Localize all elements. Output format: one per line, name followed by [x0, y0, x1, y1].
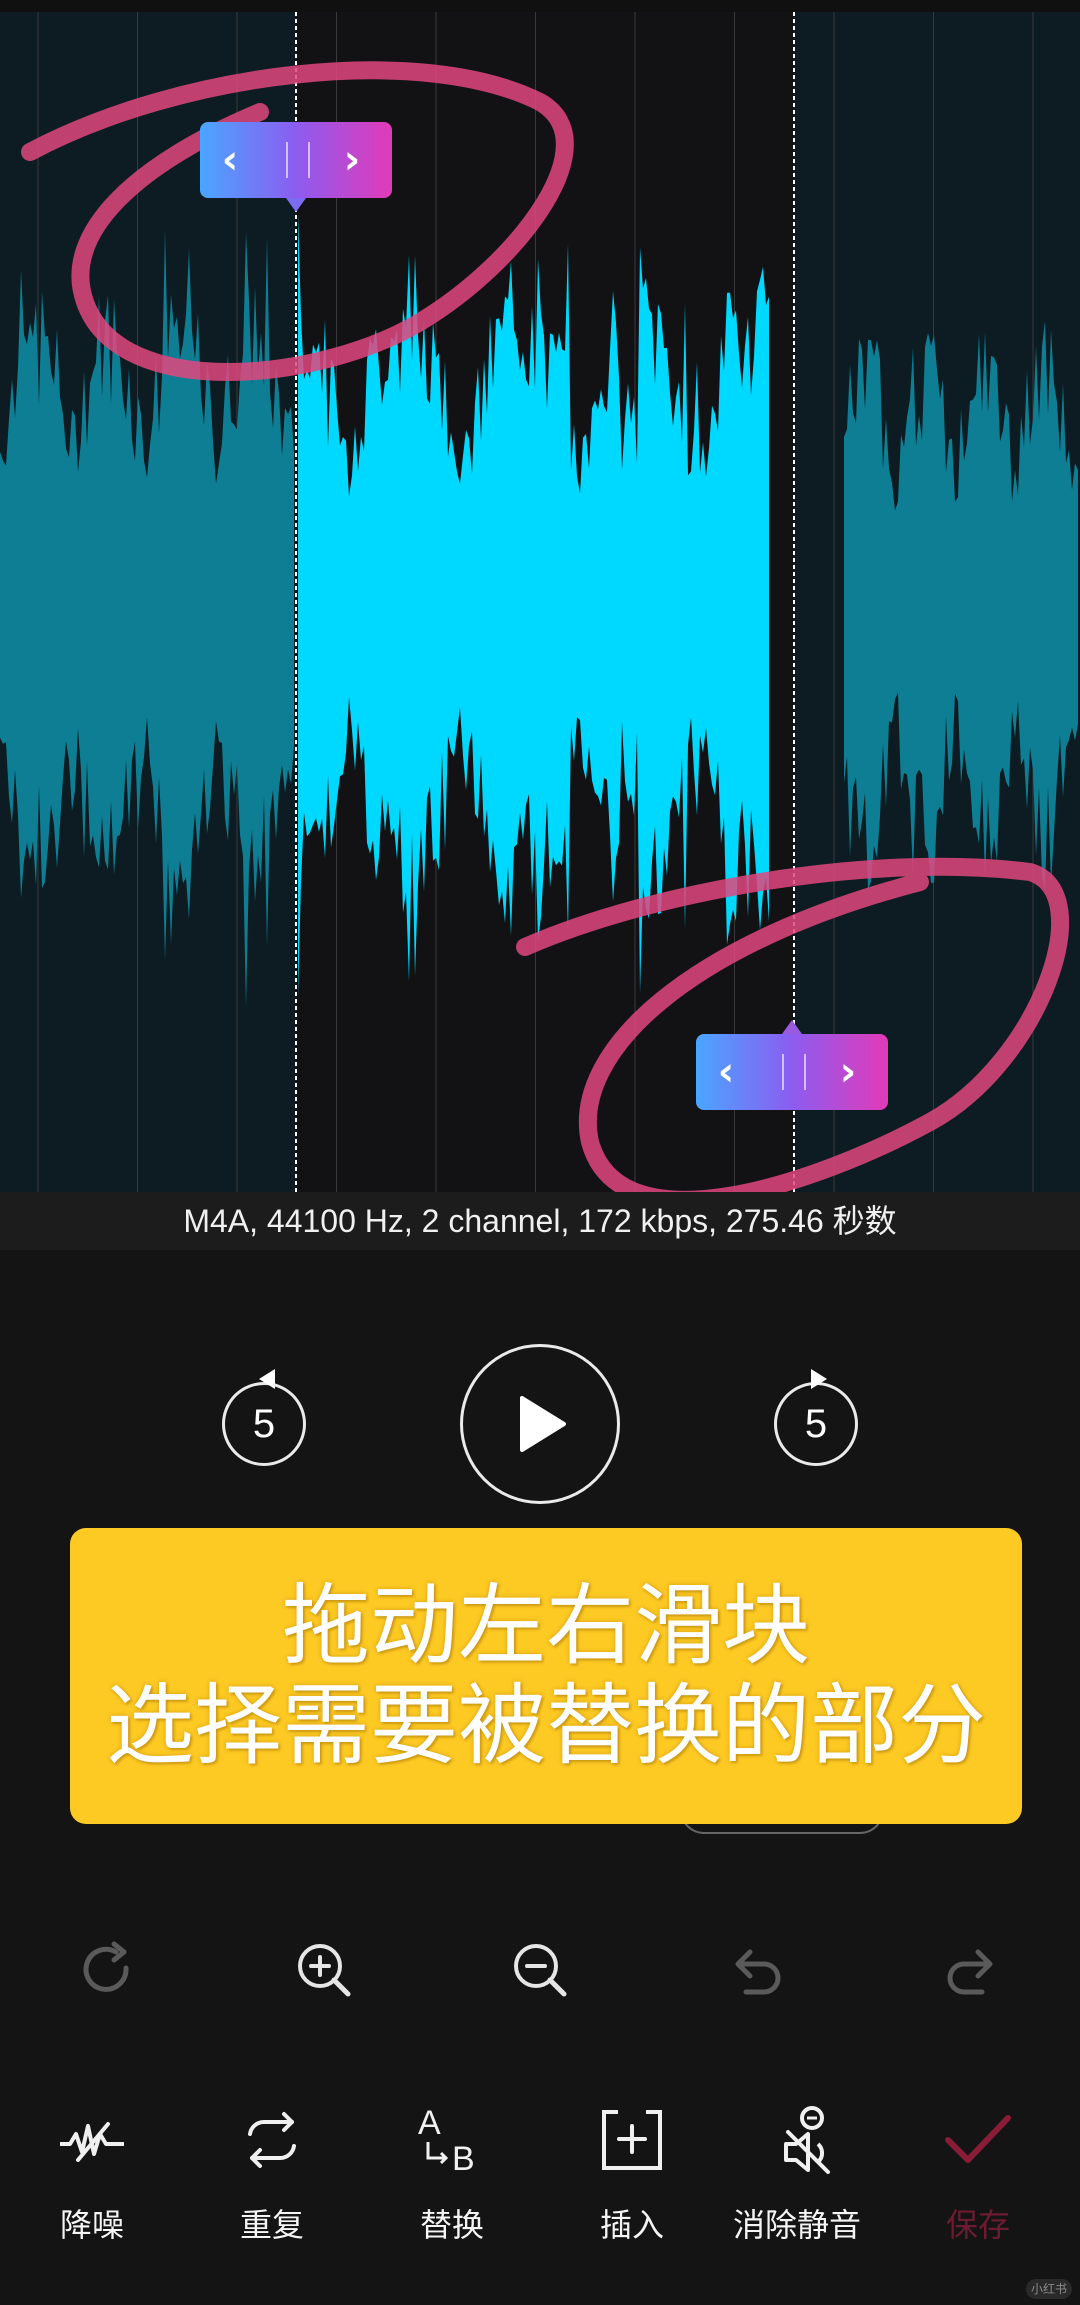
undo-button[interactable]: [716, 1930, 796, 2010]
file-info-bar: M4A, 44100 Hz, 2 channel, 172 kbps, 275.…: [0, 1192, 1080, 1250]
save-check-icon: [945, 2115, 1011, 2163]
forward-seconds-label: 5: [804, 1401, 828, 1446]
insert-label: 插入: [599, 2206, 664, 2244]
forward-5s-button[interactable]: 5: [774, 1369, 858, 1466]
zoom-in-button[interactable]: [284, 1930, 364, 2010]
repeat-tool[interactable]: 重复: [192, 2100, 352, 2250]
forward-arrow-icon: [811, 1369, 827, 1389]
instruction-overlay-banner: 拖动左右滑块 选择需要被替换的部分: [70, 1528, 1022, 1824]
noise-reduction-tool[interactable]: 降噪: [12, 2100, 172, 2250]
chevron-left-icon[interactable]: ‹: [200, 122, 260, 198]
undo-icon: [735, 1949, 781, 1995]
grip-icon: [782, 1054, 806, 1090]
chevron-right-icon[interactable]: ›: [322, 122, 382, 198]
replace-ab-icon: A B: [418, 2104, 475, 2178]
play-button[interactable]: [460, 1344, 620, 1504]
handle-pointer: [782, 1020, 802, 1034]
rewind-5s-button[interactable]: 5: [222, 1369, 306, 1466]
save-tool[interactable]: 保存: [898, 2100, 1058, 2250]
save-label: 保存: [945, 2206, 1010, 2244]
replace-label: 替换: [419, 2206, 484, 2244]
noise-reduction-icon: [60, 2122, 124, 2162]
reset-icon: [83, 1941, 129, 1992]
handle-pointer: [286, 198, 306, 212]
remove-silence-label: 消除静音: [732, 2206, 861, 2244]
insert-tool[interactable]: 插入: [552, 2100, 712, 2250]
banner-line-1: 拖动左右滑块: [281, 1574, 810, 1677]
waveform-view[interactable]: [0, 12, 1080, 1192]
remove-silence-tool[interactable]: 消除静音: [732, 2100, 892, 2250]
redo-icon: [947, 1949, 993, 1995]
grip-icon: [286, 142, 310, 178]
selection-start-handle[interactable]: ‹ ›: [200, 122, 392, 212]
zoom-out-icon: [514, 1944, 567, 1997]
replace-tool[interactable]: A B 替换: [372, 2100, 532, 2250]
play-icon: [520, 1396, 566, 1452]
insert-icon: [602, 2110, 662, 2170]
svg-text:B: B: [452, 2140, 475, 2178]
rewind-arrow-icon: [259, 1369, 275, 1389]
reset-button[interactable]: [68, 1930, 148, 2010]
svg-text:A: A: [418, 2104, 441, 2142]
remove-silence-icon: [784, 2106, 830, 2174]
selection-end-handle[interactable]: ‹ ›: [696, 1020, 888, 1110]
repeat-label: 重复: [239, 2206, 304, 2244]
watermark: 小红书: [1026, 2279, 1072, 2299]
banner-line-2: 选择需要被替换的部分: [105, 1674, 986, 1777]
chevron-right-icon[interactable]: ›: [818, 1034, 878, 1110]
noise-reduction-label: 降噪: [59, 2206, 124, 2244]
repeat-icon: [248, 2112, 296, 2168]
chevron-left-icon[interactable]: ‹: [696, 1034, 756, 1110]
zoom-out-button[interactable]: [500, 1930, 580, 2010]
zoom-in-icon: [298, 1944, 351, 1997]
redo-button[interactable]: [932, 1930, 1012, 2010]
rewind-seconds-label: 5: [252, 1401, 276, 1446]
